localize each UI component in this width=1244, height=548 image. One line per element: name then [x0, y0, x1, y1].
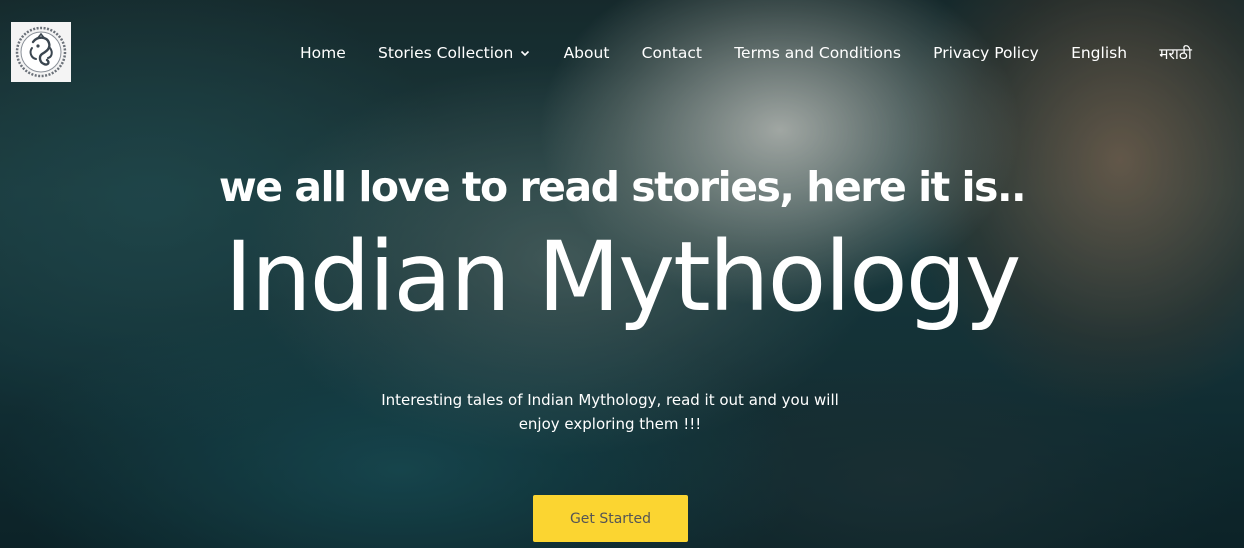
hero-content: we all love to read stories, here it is.…	[0, 0, 1244, 548]
hero-tagline: we all love to read stories, here it is.…	[218, 163, 1027, 211]
hero-description: Interesting tales of Indian Mythology, r…	[381, 391, 839, 433]
hero-title: Indian Mythology	[224, 221, 1022, 333]
get-started-button[interactable]: Get Started	[533, 495, 688, 542]
